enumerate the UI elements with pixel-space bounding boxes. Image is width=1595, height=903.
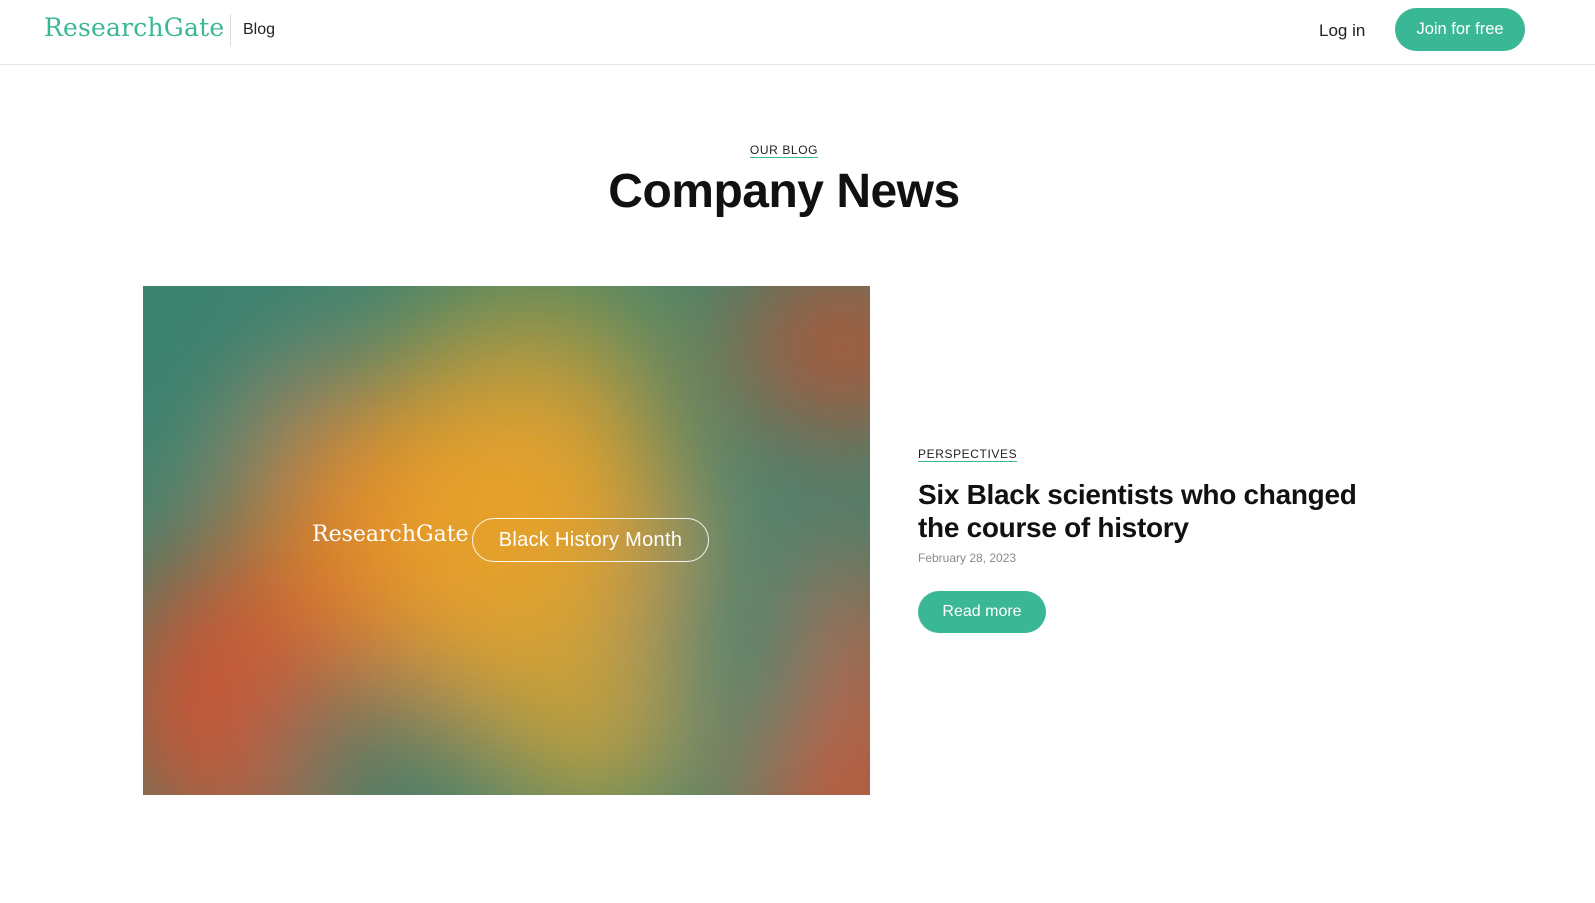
post-category-link[interactable]: PERSPECTIVES (918, 447, 1017, 461)
site-header: ResearchGate Blog Log in Join for free (0, 0, 1595, 65)
featured-post-image[interactable]: ResearchGate Black History Month (143, 286, 870, 795)
post-title[interactable]: Six Black scientists who changed the cou… (918, 478, 1398, 544)
image-pill-label: Black History Month (472, 518, 709, 562)
page-title: Company News (608, 165, 960, 218)
post-date: February 28, 2023 (918, 551, 1017, 565)
nav-blog-link[interactable]: Blog (243, 21, 275, 39)
image-brand-text: ResearchGate (312, 522, 469, 547)
login-link[interactable]: Log in (1319, 21, 1365, 41)
researchgate-logo[interactable]: ResearchGate (44, 13, 224, 42)
join-for-free-button[interactable]: Join for free (1395, 8, 1525, 51)
read-more-button[interactable]: Read more (918, 591, 1046, 633)
eyebrow-label[interactable]: OUR BLOG (750, 143, 818, 157)
section-eyebrow: OUR BLOG (0, 143, 1568, 157)
nav-divider (230, 14, 231, 46)
